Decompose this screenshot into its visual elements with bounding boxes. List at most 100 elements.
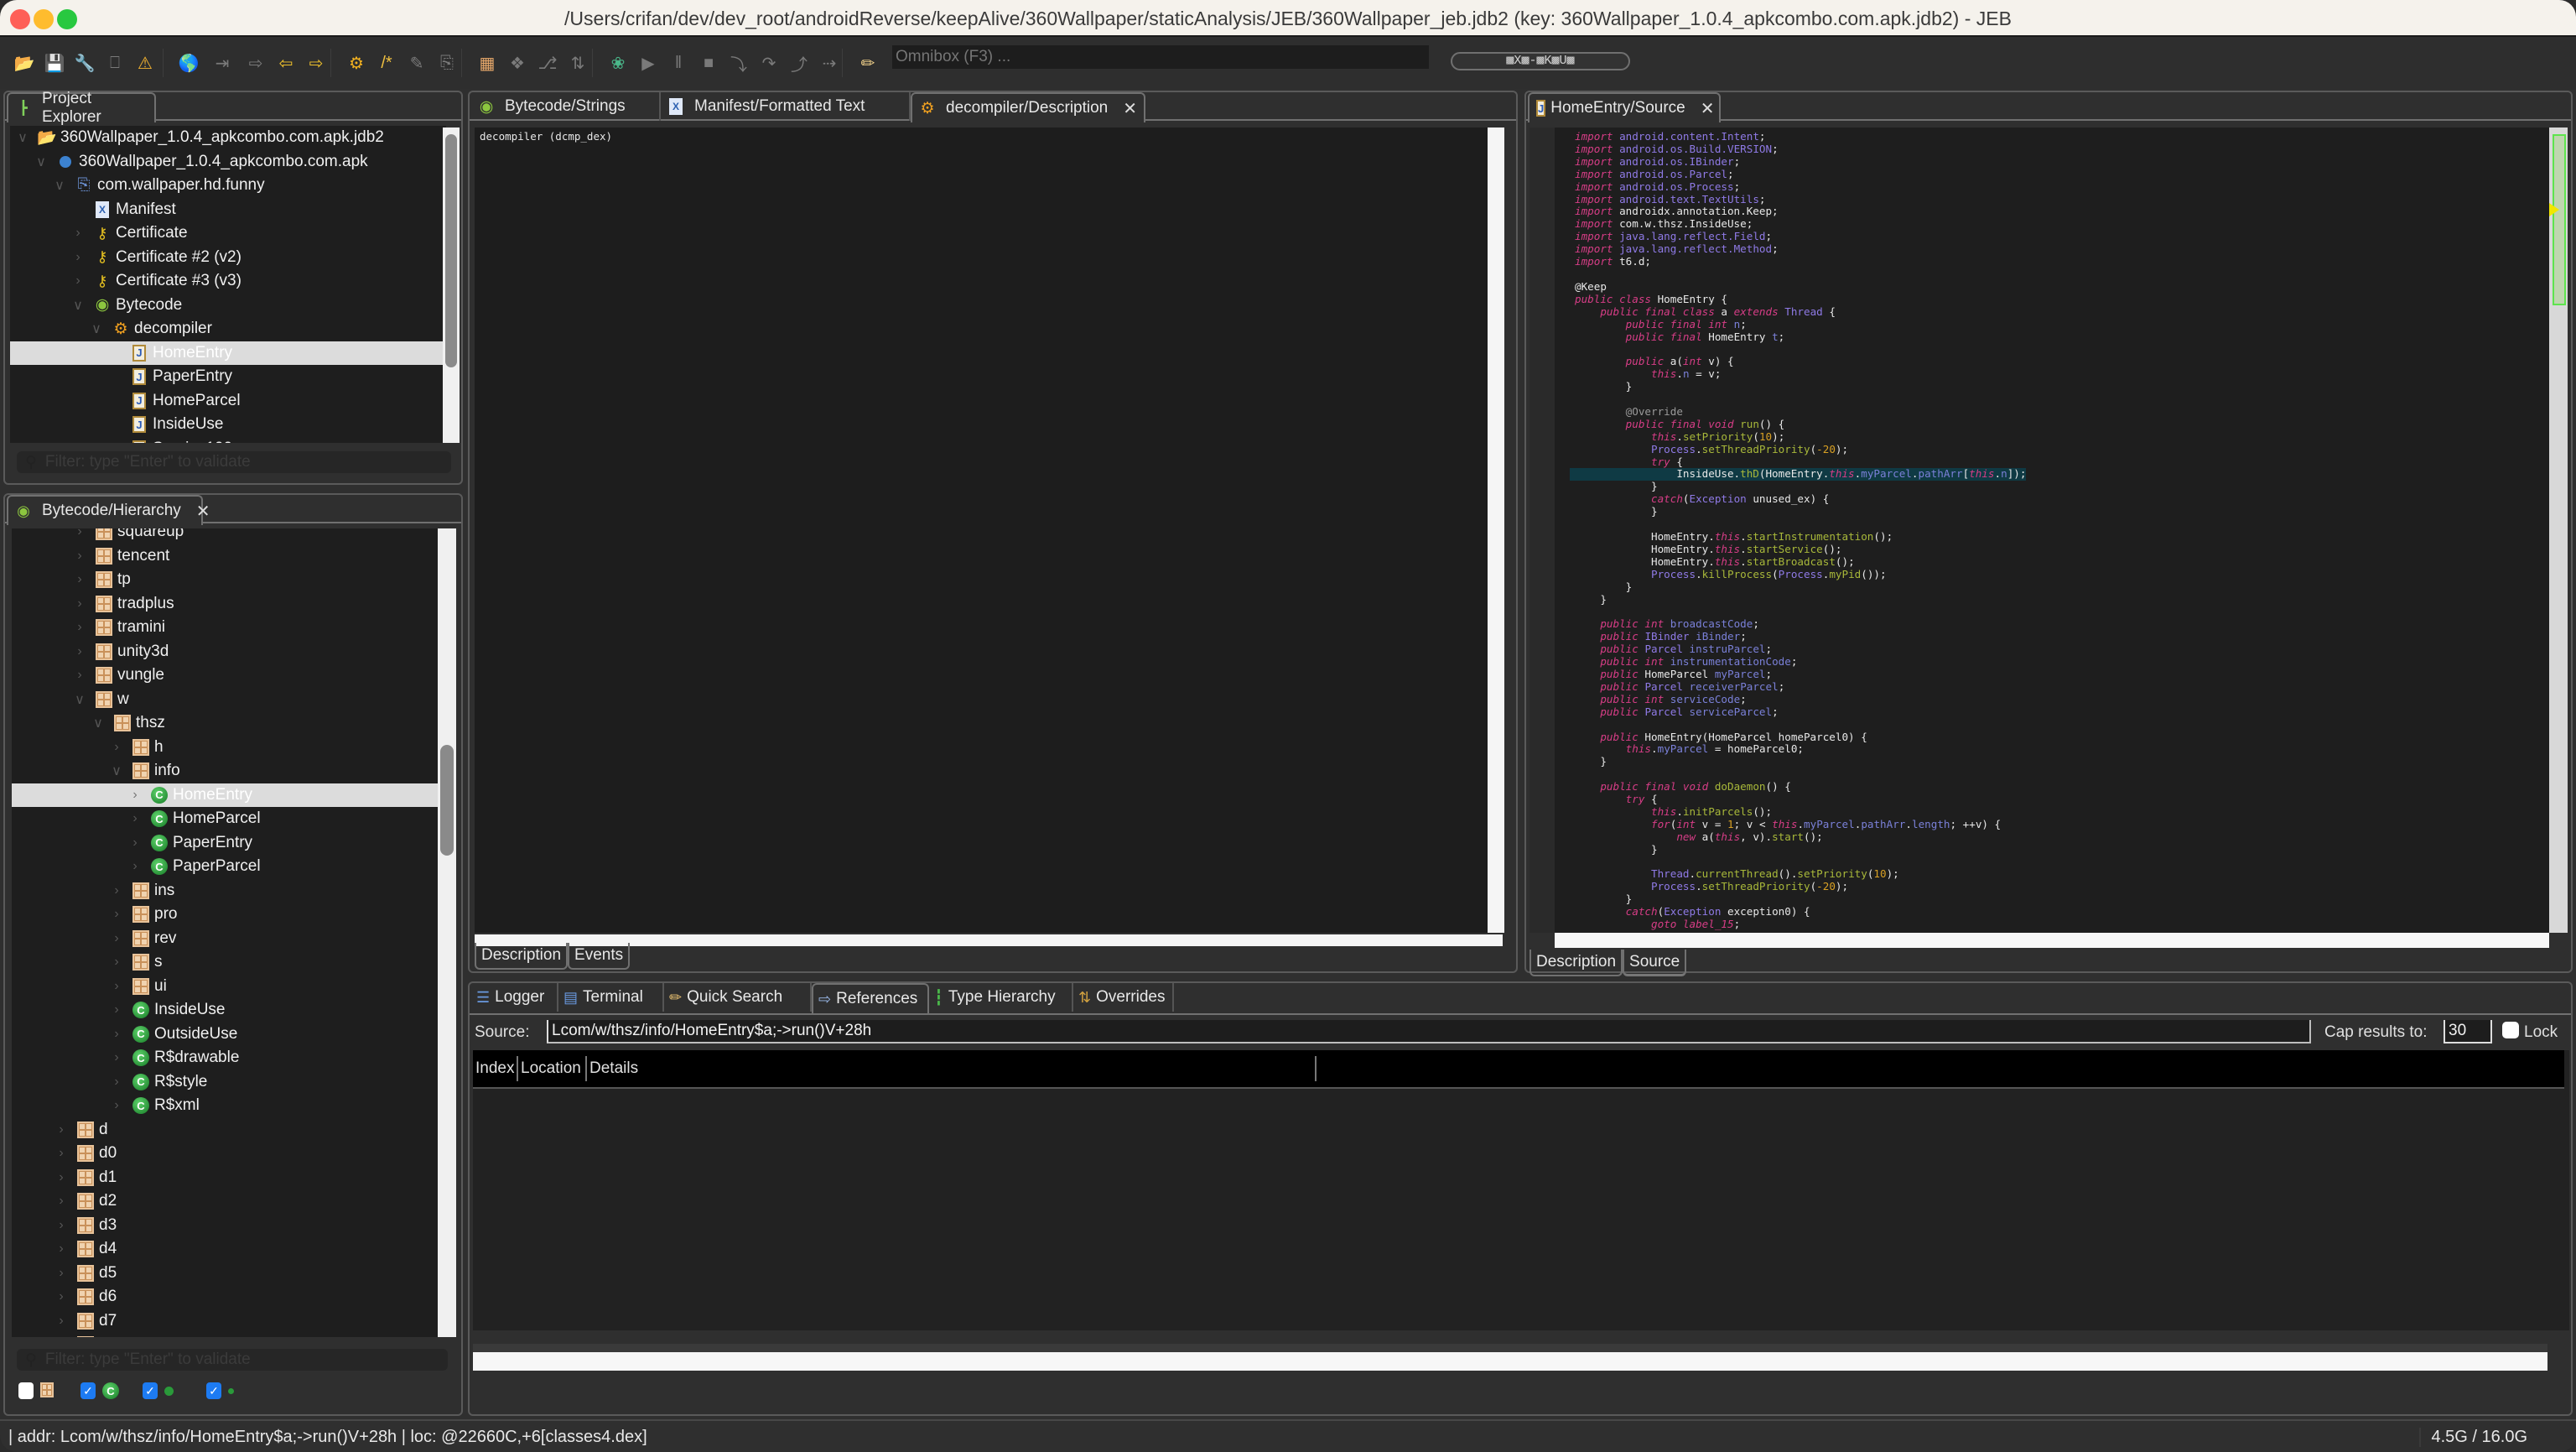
expand-chevron-icon[interactable]: › — [74, 596, 86, 612]
expand-chevron-icon[interactable]: › — [111, 1098, 122, 1113]
hierarchy-filter[interactable]: ⚲ — [17, 1349, 448, 1371]
tab-bytecode-hierarchy[interactable]: ◉ Bytecode/Hierarchy ✕ — [7, 495, 210, 525]
quick-search-icon[interactable]: ✏ — [855, 50, 880, 75]
project-tree-item[interactable]: › ⚷ Certificate #2 (v2) — [10, 246, 446, 270]
expand-chevron-icon[interactable]: › — [55, 1314, 67, 1329]
source-overview-ruler[interactable] — [2549, 128, 2568, 933]
tab-project-explorer[interactable]: ┣ Project Explorer — [7, 90, 156, 126]
hierarchy-tree-item[interactable]: ∨ info — [12, 759, 438, 783]
hierarchy-tree-item[interactable]: › C R$drawable — [12, 1046, 438, 1070]
open-folder-icon[interactable]: 📂 — [12, 50, 37, 75]
close-tab-icon[interactable]: ✕ — [1701, 98, 1715, 119]
run-to-line-icon[interactable]: ⇢ — [817, 50, 842, 75]
collapse-chevron-icon[interactable]: ∨ — [111, 762, 122, 779]
hierarchy-tree-item[interactable]: › C PaperEntry — [12, 831, 438, 856]
tab-bytecode-strings[interactable]: ◉ Bytecode/Strings — [471, 92, 661, 121]
project-tree-item[interactable]: › ⚷ Certificate #3 (v3) — [10, 269, 446, 294]
hierarchy-tree-item[interactable]: › C HomeParcel — [12, 807, 438, 831]
expand-chevron-icon[interactable]: › — [111, 883, 122, 898]
method-filter-checkbox[interactable]: ✓ — [143, 1382, 158, 1399]
lock-checkbox[interactable] — [2502, 1022, 2519, 1038]
tab-logger[interactable]: ☰ Logger — [471, 983, 558, 1012]
expand-chevron-icon[interactable]: › — [111, 931, 122, 946]
run-icon[interactable]: ▶ — [636, 50, 661, 75]
expand-chevron-icon[interactable]: › — [55, 1170, 67, 1185]
project-tree-item[interactable]: ∨ 360Wallpaper_1.0.4_apkcombo.com.apk — [10, 150, 446, 174]
tab-quick-search[interactable]: ✏ Quick Search — [664, 983, 812, 1012]
project-tree-item[interactable]: J InsideUse — [10, 413, 446, 437]
expand-chevron-icon[interactable]: › — [129, 859, 141, 874]
scroll-thumb[interactable] — [445, 134, 457, 367]
project-tree[interactable]: ∨ 📂 360Wallpaper_1.0.4_apkcombo.com.apk.jd… — [10, 126, 446, 443]
hierarchy-tree-item[interactable]: › tradplus — [12, 592, 438, 617]
collapse-chevron-icon[interactable]: ∨ — [72, 297, 84, 314]
expand-chevron-icon[interactable]: › — [55, 1218, 67, 1233]
cap-results-input[interactable] — [2444, 1020, 2492, 1043]
expand-chevron-icon[interactable]: › — [55, 1122, 67, 1137]
expand-chevron-icon[interactable]: › — [55, 1241, 67, 1257]
globe-icon[interactable]: 🌎 — [176, 50, 201, 75]
expand-chevron-icon[interactable]: › — [129, 788, 141, 803]
expand-chevron-icon[interactable]: › — [72, 273, 84, 289]
expand-chevron-icon[interactable]: › — [74, 549, 86, 564]
project-tree-item[interactable]: › ⚷ Certificate — [10, 221, 446, 246]
hierarchy-tree-item[interactable]: › d5 — [12, 1262, 438, 1286]
tab-manifest-formatted-text[interactable]: X Manifest/Formatted Text — [661, 92, 911, 121]
hierarchy-tree-item[interactable]: › pro — [12, 903, 438, 927]
debug-bug-icon[interactable]: ❀ — [605, 50, 631, 75]
expand-chevron-icon[interactable]: › — [55, 1289, 67, 1304]
save-icon[interactable]: 💾 — [42, 50, 67, 75]
collapse-chevron-icon[interactable]: ∨ — [17, 129, 29, 146]
hierarchy-tree-item[interactable]: › tp — [12, 568, 438, 592]
hierarchy-tree-item[interactable]: › unity3d — [12, 640, 438, 664]
hierarchy-tree-item[interactable]: › d7 — [12, 1309, 438, 1334]
tab-description[interactable]: Description — [475, 943, 569, 970]
scroll-thumb[interactable] — [440, 745, 454, 856]
project-tree-scrollbar[interactable] — [443, 128, 460, 443]
navigate-icon[interactable]: ⇨ — [243, 50, 268, 75]
expand-chevron-icon[interactable]: › — [129, 835, 141, 851]
column-header-details[interactable]: Details — [587, 1056, 1317, 1081]
expand-chevron-icon[interactable]: › — [74, 528, 86, 539]
expand-chevron-icon[interactable]: › — [55, 1194, 67, 1209]
expand-chevron-icon[interactable]: › — [72, 226, 84, 241]
expand-chevron-icon[interactable]: › — [72, 250, 84, 265]
export-icon[interactable]: ⎘ — [434, 50, 460, 75]
source-hscrollbar[interactable] — [1555, 933, 2549, 948]
expand-chevron-icon[interactable]: › — [74, 572, 86, 587]
hierarchy-tree-item[interactable]: › tramini — [12, 616, 438, 640]
tab-type-hierarchy[interactable]: ┇ Type Hierarchy — [929, 983, 1073, 1012]
hierarchy-tree-item[interactable]: › d3 — [12, 1214, 438, 1238]
hierarchy-tree-item[interactable]: › squareup — [12, 528, 438, 544]
description-scrollbar[interactable] — [1488, 128, 1504, 933]
step-over-icon[interactable]: ↷ — [756, 50, 782, 75]
expand-chevron-icon[interactable]: › — [111, 1050, 122, 1065]
unplug-icon[interactable]: ⎕ — [102, 50, 127, 75]
back-arrow-icon[interactable]: ⇦ — [273, 50, 299, 75]
expand-chevron-icon[interactable]: › — [111, 907, 122, 922]
project-tree-item[interactable]: J PaperEntry — [10, 365, 446, 389]
project-filter[interactable]: ⚲ — [17, 451, 451, 473]
package-filter-checkbox[interactable] — [18, 1382, 34, 1399]
hierarchy-tree-item[interactable]: › tencent — [12, 544, 438, 569]
rename-icon[interactable]: ✎ — [404, 50, 429, 75]
hierarchy-tree-item[interactable]: › s — [12, 950, 438, 975]
hierarchy-tree-item[interactable]: › C OutsideUse — [12, 1023, 438, 1047]
step-into-icon[interactable]: ⤵ — [726, 50, 751, 75]
tab-description[interactable]: Description — [1530, 950, 1623, 976]
pause-icon[interactable]: ‖ — [666, 50, 691, 75]
hierarchy-tree-item[interactable]: ∨ thsz — [12, 711, 438, 736]
description-text-area[interactable]: decompiler (dcmp_dex) — [475, 128, 1498, 933]
expand-chevron-icon[interactable]: › — [55, 1266, 67, 1281]
warning-icon[interactable]: ⚠ — [132, 50, 158, 75]
expand-chevron-icon[interactable]: › — [74, 668, 86, 683]
tab-decompiler-description[interactable]: ⚙ decompiler/Description ✕ — [911, 92, 1145, 122]
expand-chevron-icon[interactable]: › — [74, 644, 86, 659]
source-field[interactable] — [547, 1020, 2311, 1043]
omnibox-input[interactable] — [892, 45, 1429, 69]
project-filter-input[interactable] — [44, 453, 429, 471]
expand-chevron-icon[interactable]: › — [111, 979, 122, 994]
project-tree-item[interactable]: ∨ ⚙ decompiler — [10, 317, 446, 341]
viewport-marker[interactable] — [2553, 134, 2566, 305]
expand-chevron-icon[interactable]: › — [129, 811, 141, 826]
